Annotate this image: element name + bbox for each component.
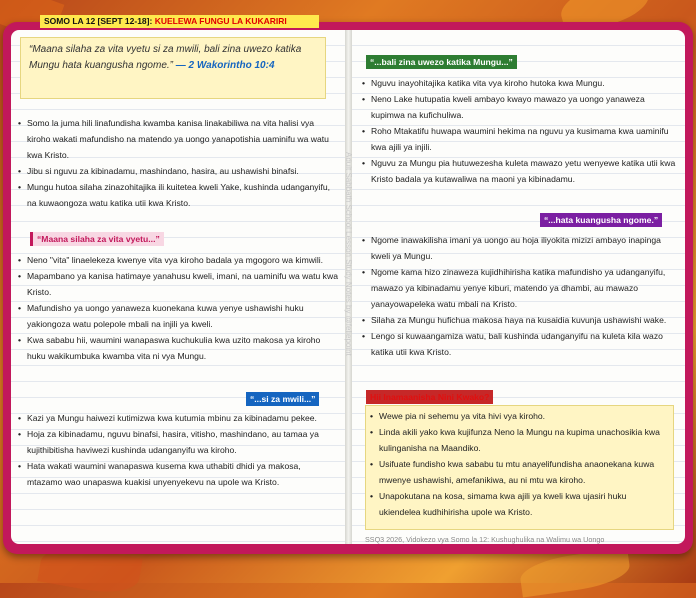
- section-header-weapons: “Maana silaha za vita vyetu...”: [30, 232, 164, 246]
- section-list-weapons: • Neno "vita" linaelekeza kwenye vita vya…: [18, 252, 338, 364]
- list-item: • Kazi ya Mungu haiwezi kutimizwa kwa kut…: [18, 413, 317, 423]
- list-item: • Hata wakati waumini wanapaswa kusema kw…: [18, 461, 301, 487]
- section-list-mighty: • Nguvu inayohitajika katika vita vya kir…: [362, 75, 678, 187]
- section-list-not-carnal: • Kazi ya Mungu haiwezi kutimizwa kwa kut…: [18, 410, 338, 490]
- list-item: • Nguvu za Mungu pia hutuwezesha kuleta m…: [362, 158, 676, 184]
- list-item: • Unapokutana na kosa, simama kwa ajili y…: [370, 491, 627, 517]
- list-item: • Usifuate fundisho kwa sababu tu mtu ana…: [370, 459, 655, 485]
- section-list-application: • Wewe pia ni sehemu ya vita hivi vya kir…: [370, 408, 670, 520]
- list-item: • Ngome kama hizo zinaweza kujidhihirisha…: [362, 267, 666, 309]
- list-item: • Ngome inawakilisha imani ya uongo au ho…: [362, 235, 661, 261]
- list-item: • Lengo si kuwaangamiza watu, bali kushin…: [362, 331, 663, 357]
- list-item: • Mungu hutoa silaha zinazohitajika ili k…: [18, 182, 331, 208]
- list-item: • Mafundisho ya uongo yanaweza kuonekana …: [18, 303, 304, 329]
- list-item: • Kwa sababu hii, waumini wanapaswa kuchu…: [18, 335, 321, 361]
- list-item: • Wewe pia ni sehemu ya vita hivi vya kir…: [370, 411, 546, 421]
- section-header-strongholds: “...hata kuangusha ngome.”: [540, 213, 663, 227]
- list-item: • Linda akili yako kwa kujifunza Neno la …: [370, 427, 660, 453]
- autumn-leaf-decoration: [518, 547, 632, 598]
- list-item: • Silaha za Mungu hufichua makosa haya na…: [362, 315, 667, 325]
- lesson-title: KUELEWA FUNGU LA KUKARIRI: [154, 16, 287, 26]
- section-header-mighty: “...bali zina uwezo katika Mungu...”: [366, 55, 517, 69]
- list-item: • Neno Lake hutupatia kweli ambayo kwayo …: [362, 94, 645, 120]
- memory-verse-reference: — 2 Wakorintho 10:4: [175, 60, 275, 71]
- intro-list: • Somo la juma hili linafundisha kwamba k…: [18, 115, 338, 211]
- footer-caption: SSQ3 2026, Vidokezo vya Somo la 12: Kush…: [365, 535, 605, 544]
- list-item: • Mapambano ya kanisa hatimaye yanahusu k…: [18, 271, 338, 297]
- list-item: • Somo la juma hili linafundisha kwamba k…: [18, 118, 329, 160]
- list-item: • Nguvu inayohitajika katika vita vya kir…: [362, 78, 605, 88]
- list-item: • Roho Mtakatifu huwapa waumini hekima na…: [362, 126, 669, 152]
- list-item: • Jibu si nguvu za kibinadamu, mashindano…: [18, 166, 299, 176]
- list-item: • Hoja za kibinadamu, nguvu binafsi, hasi…: [18, 429, 319, 455]
- section-header-application: Hii Inamaanisha Nini Kwako?: [366, 390, 494, 404]
- section-header-not-carnal: “...si za mwili...”: [246, 392, 320, 406]
- section-list-strongholds: • Ngome inawakilisha imani ya uongo au ho…: [362, 232, 678, 360]
- list-item: • Neno "vita" linaelekeza kwenye vita vya…: [18, 255, 324, 265]
- watermark: Adult Sabbath School Lesson Study Notes …: [344, 152, 353, 356]
- memory-verse-box: “Maana silaha za vita vyetu si za mwili,…: [20, 37, 326, 99]
- lesson-tag: SOMO LA 12 [SEPT 12-18]: KUELEWA FUNGU L…: [40, 15, 319, 28]
- lesson-number: SOMO LA 12 [SEPT 12-18]:: [44, 16, 153, 26]
